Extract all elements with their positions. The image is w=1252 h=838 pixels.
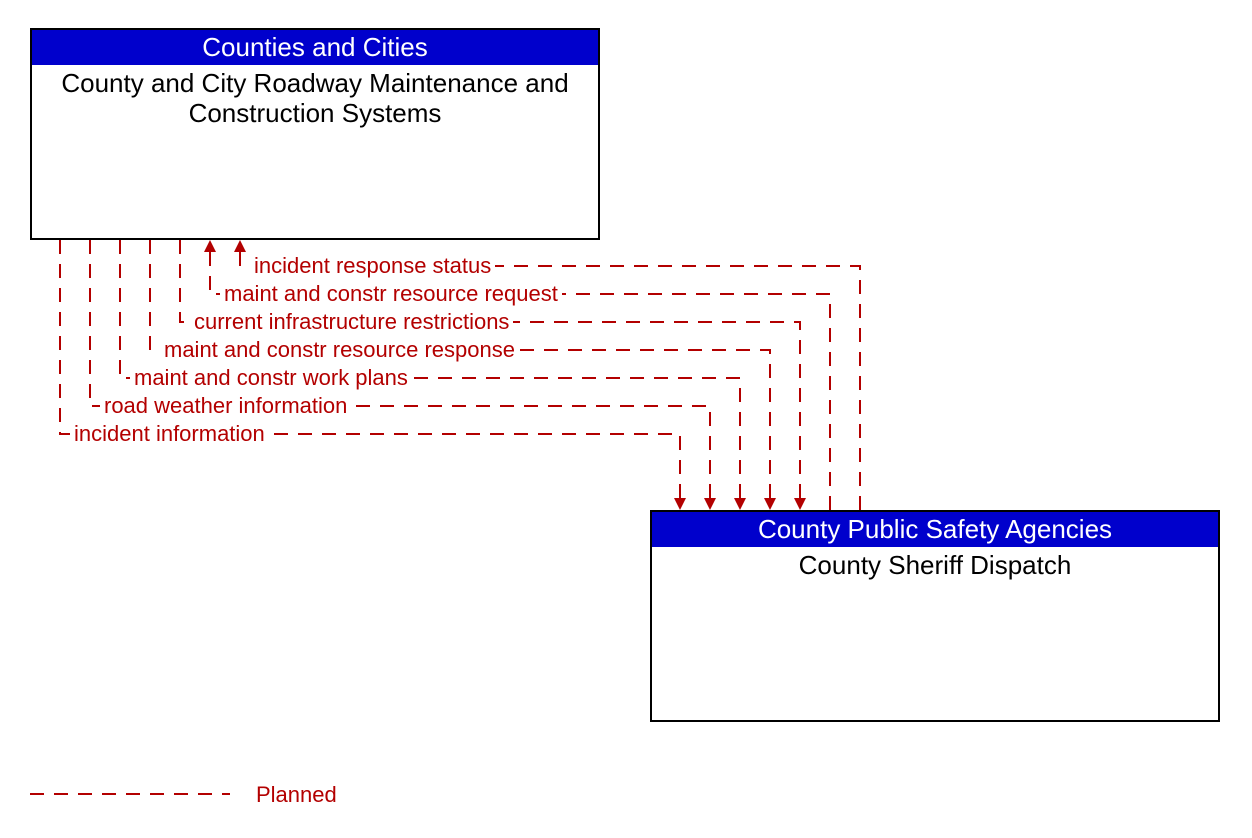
flow-label-4: maint and constr work plans bbox=[130, 365, 412, 391]
entity-sheriff: County Public Safety Agencies County She… bbox=[650, 510, 1220, 722]
legend-planned: Planned bbox=[256, 782, 337, 808]
flow-label-2: current infrastructure restrictions bbox=[190, 309, 513, 335]
flow-label-5: road weather information bbox=[100, 393, 351, 419]
entity-maintenance-body: County and City Roadway Maintenance and … bbox=[32, 65, 598, 137]
entity-sheriff-body: County Sheriff Dispatch bbox=[652, 547, 1218, 589]
flow-label-1: maint and constr resource request bbox=[220, 281, 562, 307]
flow-label-3: maint and constr resource response bbox=[160, 337, 519, 363]
flow-label-0: incident response status bbox=[250, 253, 495, 279]
entity-maintenance-header: Counties and Cities bbox=[32, 30, 598, 65]
flow-label-6: incident information bbox=[70, 421, 269, 447]
entity-maintenance: Counties and Cities County and City Road… bbox=[30, 28, 600, 240]
entity-sheriff-header: County Public Safety Agencies bbox=[652, 512, 1218, 547]
